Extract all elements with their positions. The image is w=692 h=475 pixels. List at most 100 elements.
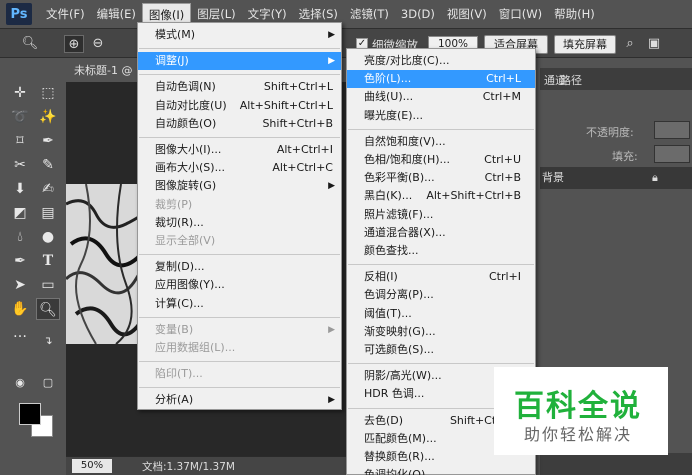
menu-item[interactable]: 色彩平衡(B)... Ctrl+B [347,169,535,187]
menu-item[interactable]: 照片滤镜(F)... [347,206,535,224]
zoom-tool-icon[interactable]: 🔍︎ [36,298,60,320]
photoshop-logo: Ps [6,3,32,25]
menu-item[interactable]: 亮度/对比度(C)... [347,52,535,70]
menu-item[interactable]: 计算(C)... [138,295,341,313]
menu-item[interactable]: 色相/饱和度(H)... Ctrl+U [347,151,535,169]
menu-item-label: 阈值(T)... [364,306,412,320]
menu-item[interactable]: 色调均化(Q) [347,466,535,475]
canvas-image[interactable] [66,184,146,344]
menu-item[interactable]: 自然饱和度(V)... [347,133,535,151]
menu-item[interactable]: 图像大小(I)... Alt+Ctrl+I [138,141,341,159]
lock-icon: 🔒︎ [652,171,658,184]
menu-item-label: 色调均化(Q) [364,468,426,475]
move-tool-icon[interactable]: ✛ [8,82,32,104]
menu-item[interactable]: 可选颜色(S)... [347,341,535,359]
foreground-color-swatch[interactable] [19,403,41,425]
menu-item[interactable]: 复制(D)... [138,258,341,276]
marquee-tool-icon[interactable]: ⬚ [36,82,60,104]
menu-item[interactable]: 曝光度(E)... [347,107,535,125]
submenu-arrow-icon: ▶ [328,181,335,192]
menu-item[interactable]: 分析(A) ▶ [138,391,341,409]
menu-item[interactable]: 模式(M) ▶ [138,26,341,44]
workspace-icon[interactable]: ▣ [644,35,664,53]
eyedropper-icon[interactable]: ✒ [36,130,60,152]
tab-paths[interactable]: 路径 [560,72,582,88]
menu-item[interactable]: 色调分离(P)... [347,286,535,304]
crop-tool-icon[interactable]: ⌑ [8,130,32,152]
brush-tool-icon[interactable]: ✎ [36,154,60,176]
swap-colors-icon[interactable]: ↴ [36,330,60,352]
zoom-out-icon[interactable]: ⊖ [88,35,108,53]
menu-separator [139,254,340,256]
quick-mask-icon[interactable]: ◉ [8,372,32,394]
menu-item[interactable]: 阈值(T)... [347,305,535,323]
eraser-icon[interactable]: ◩ [8,202,32,224]
menu-item-label: 通道混合器(X)... [364,225,446,239]
rectangle-tool-icon[interactable]: ▭ [36,274,60,296]
menu-item[interactable]: 调整(J) ▶ [138,52,341,71]
menu-item[interactable]: 通道混合器(X)... [347,224,535,242]
document-size-info[interactable]: 文档:1.37M/1.37M [142,459,235,474]
zoom-tool-preset-icon[interactable]: 🔍︎ [20,35,40,53]
menu-item-shortcut: Alt+Ctrl+I [276,143,333,156]
menu-item[interactable]: 应用图像(Y)... [138,276,341,294]
menu-item-label: 色阶(L)... [364,72,412,86]
menu-item-shortcut: Alt+Shift+Ctrl+B [426,189,521,203]
menu-item-label: 陷印(T)... [155,367,203,381]
menu-separator [139,74,340,76]
menu-item-label: 颜色查找... [364,244,419,257]
menu-item[interactable]: 反相(I) Ctrl+I [347,268,535,286]
type-tool-icon[interactable]: T [36,250,60,272]
menu-view[interactable]: 视图(V) [441,3,493,25]
search-icon[interactable]: ⌕ [620,35,640,53]
menu-item[interactable]: 颜色查找... [347,242,535,260]
menu-item[interactable]: 图像旋转(G) ▶ [138,177,341,195]
more-tools-icon[interactable]: … [8,322,32,344]
layer-row-background[interactable]: 背景 🔒︎ [540,167,692,189]
menu-separator [139,137,340,138]
opacity-field[interactable] [654,121,690,139]
fill-screen-button[interactable]: 填充屏幕 [554,35,616,54]
zoom-in-icon[interactable]: ⊕ [64,35,84,53]
screen-mode-icon[interactable]: ▢ [36,372,60,394]
menu-item[interactable]: 自动色调(N) Shift+Ctrl+L [138,78,341,96]
menu-item-label: 色相/饱和度(H)... [364,153,451,166]
blur-tool-icon[interactable]: 💧︎ [8,226,32,248]
menu-separator [139,316,340,318]
gradient-icon[interactable]: ▤ [36,202,60,224]
clone-stamp-icon[interactable]: ⬇ [8,178,32,200]
hand-tool-icon[interactable]: ✋ [8,298,32,320]
menu-item[interactable]: 色阶(L)... Ctrl+L [347,70,535,89]
menu-item[interactable]: 画布大小(S)... Alt+Ctrl+C [138,159,341,177]
menu-item[interactable]: 自动对比度(U) Alt+Shift+Ctrl+L [138,97,341,115]
menu-file[interactable]: 文件(F) [40,3,91,25]
document-tab[interactable]: 未标题-1 @ [68,60,138,81]
status-bar: 50% 文档:1.37M/1.37M [66,456,348,475]
healing-brush-icon[interactable]: ✂ [8,154,32,176]
menu-item-shortcut: Shift+Ctrl+B [262,116,333,130]
menu-window[interactable]: 窗口(W) [493,3,548,25]
menu-item-label: 应用图像(Y)... [155,278,225,292]
magic-wand-icon[interactable]: ✨ [36,106,60,128]
menu-help[interactable]: 帮助(H) [548,3,601,25]
fill-field[interactable] [654,145,690,163]
zoom-level[interactable]: 50% [72,459,112,473]
menu-item-label: 自动对比度(U) [155,98,227,112]
menu-item: 应用数据组(L)... [138,339,341,357]
submenu-arrow-icon: ▶ [328,395,335,406]
menu-item-label: 自动色调(N) [155,80,216,94]
menu-item-label: 显示全部(V) [155,234,216,247]
path-selection-icon[interactable]: ➤ [8,274,32,296]
pen-tool-icon[interactable]: ✒ [8,250,32,272]
menu-edit[interactable]: 编辑(E) [91,3,142,25]
dodge-tool-icon[interactable]: ● [36,226,60,248]
menu-item[interactable]: 渐变映射(G)... [347,323,535,341]
lasso-tool-icon[interactable]: ➰ [8,106,32,128]
history-brush-icon[interactable]: ✍ [36,178,60,200]
menu-filter[interactable]: 滤镜(T) [344,3,395,25]
menu-item[interactable]: 黑白(K)... Alt+Shift+Ctrl+B [347,187,535,205]
menu-3d[interactable]: 3D(D) [395,3,441,25]
menu-item[interactable]: 自动颜色(O) Shift+Ctrl+B [138,115,341,133]
menu-item[interactable]: 曲线(U)... Ctrl+M [347,88,535,106]
menu-item[interactable]: 裁切(R)... [138,214,341,232]
